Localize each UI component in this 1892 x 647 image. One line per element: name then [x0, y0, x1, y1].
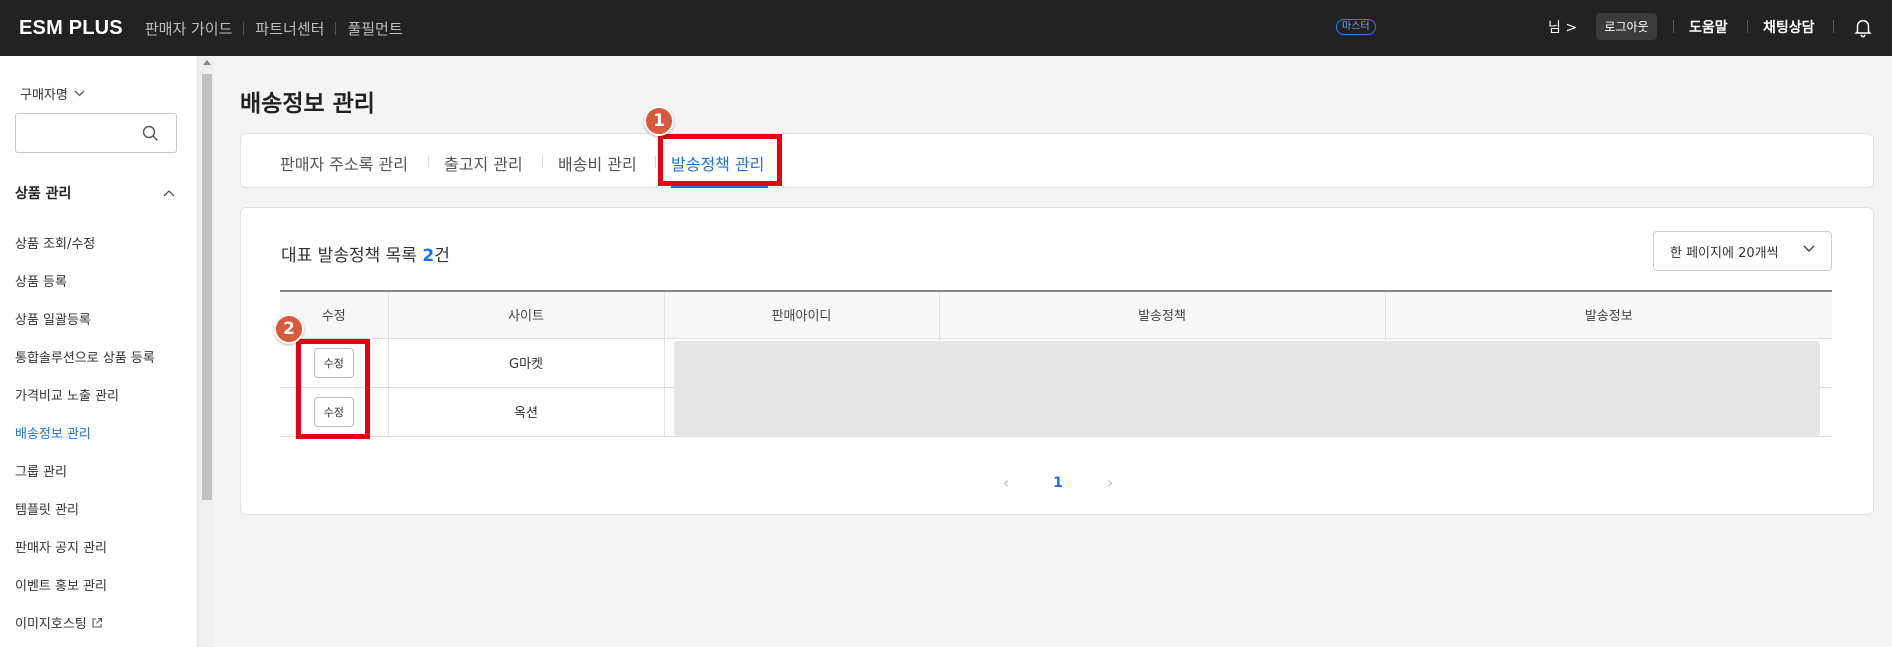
page-number-current[interactable]: 1 — [1053, 475, 1063, 491]
image-hosting-label: 이미지호스팅 — [15, 617, 87, 632]
sidebar-item-group[interactable]: 그룹 관리 — [15, 461, 67, 480]
sidebar-scrollbar[interactable] — [198, 56, 214, 647]
tab-divider — [655, 156, 656, 168]
sidebar-section-product[interactable]: 상품 관리 — [15, 183, 175, 203]
page-title: 배송정보 관리 — [240, 91, 375, 117]
buyer-name-label: 구매자명 — [20, 88, 68, 103]
sidebar-item-product-search[interactable]: 상품 조회/수정 — [15, 233, 95, 252]
table-header-row: 수정 사이트 판매아이디 발송정책 발송정보 — [280, 290, 1832, 339]
top-divider — [1747, 20, 1748, 33]
page-size-value: 한 페이지에 20개씩 — [1670, 245, 1779, 261]
sidebar-item-product-register[interactable]: 상품 등록 — [15, 271, 67, 290]
nav-divider — [243, 21, 245, 35]
sidebar-item-price-compare[interactable]: 가격비교 노출 관리 — [15, 385, 119, 404]
chevron-down-icon — [74, 90, 85, 97]
sidebar: 구매자명 상품 관리 상품 조회/수정 상품 등록 상품 일괄등록 통합솔루션으… — [0, 56, 198, 647]
highlight-box-dispatch-tab — [658, 134, 782, 186]
tab-shipping-fee[interactable]: 배송비 관리 — [558, 151, 637, 175]
redacted-content-block — [674, 341, 1820, 436]
list-count-unit: 건 — [434, 246, 450, 266]
top-divider — [1673, 20, 1674, 33]
sidebar-item-shipping-info[interactable]: 배송정보 관리 — [15, 423, 91, 442]
sidebar-section-label: 상품 관리 — [15, 186, 72, 202]
list-count: 2 — [422, 246, 435, 266]
sidebar-item-image-hosting[interactable]: 이미지호스팅 — [15, 613, 103, 632]
tab-shipping-origin[interactable]: 출고지 관리 — [444, 151, 523, 175]
list-title: 대표 발송정책 목록 2건 — [281, 241, 450, 266]
bell-icon[interactable] — [1852, 16, 1874, 38]
page-size-select[interactable]: 한 페이지에 20개씩 — [1653, 231, 1832, 271]
next-page-button[interactable]: › — [1107, 473, 1113, 492]
help-link[interactable]: 도움말 — [1689, 17, 1728, 37]
master-badge: 마스터 — [1336, 19, 1376, 35]
scroll-up-icon[interactable] — [203, 60, 211, 65]
step-badge-2: 2 — [274, 314, 304, 344]
user-menu[interactable]: 님 > — [1548, 17, 1577, 37]
sidebar-search-input[interactable] — [24, 114, 144, 150]
sidebar-search — [15, 113, 177, 153]
list-title-text: 대표 발송정책 목록 — [281, 246, 423, 266]
top-divider — [1833, 20, 1834, 33]
dispatch-policy-list: 대표 발송정책 목록 2건 한 페이지에 20개씩 수정 사이트 판매아이디 발… — [240, 207, 1874, 515]
logout-button[interactable]: 로그아웃 — [1596, 13, 1657, 40]
top-nav: 판매자 가이드 파트너센터 풀필먼트 — [145, 18, 403, 39]
chevron-down-icon — [1803, 245, 1815, 252]
nav-seller-guide[interactable]: 판매자 가이드 — [145, 18, 233, 39]
chat-support-link[interactable]: 채팅상담 — [1763, 17, 1815, 37]
nav-fulfillment[interactable]: 풀필먼트 — [347, 18, 402, 39]
column-header-dispatch-info: 발송정보 — [1384, 290, 1832, 339]
sidebar-item-template[interactable]: 템플릿 관리 — [15, 499, 79, 518]
active-tab-indicator — [671, 186, 768, 188]
tab-seller-address-book[interactable]: 판매자 주소록 관리 — [280, 151, 408, 175]
esm-plus-logo[interactable]: ESM PLUS — [19, 17, 123, 40]
nav-divider — [335, 21, 337, 35]
pagination: ‹ 1 › — [241, 473, 1875, 492]
column-header-seller-id: 판매아이디 — [663, 290, 939, 339]
sidebar-item-bulk-register[interactable]: 상품 일괄등록 — [15, 309, 91, 328]
column-header-site: 사이트 — [387, 290, 664, 339]
scrollbar-thumb[interactable] — [202, 74, 212, 500]
sidebar-item-integrated-register[interactable]: 통합솔루션으로 상품 등록 — [15, 347, 155, 366]
top-bar: ESM PLUS 판매자 가이드 파트너센터 풀필먼트 마스터 님 > 로그아웃… — [0, 0, 1892, 56]
sidebar-item-seller-notice[interactable]: 판매자 공지 관리 — [15, 537, 107, 556]
chevron-up-icon — [163, 189, 175, 196]
highlight-box-edit-buttons — [296, 339, 370, 439]
column-header-dispatch-policy: 발송정책 — [938, 290, 1385, 339]
site-cell: 옥션 — [387, 387, 664, 437]
sidebar-item-event-promo[interactable]: 이벤트 홍보 관리 — [15, 575, 107, 594]
site-cell: G마켓 — [387, 338, 664, 388]
external-link-icon — [92, 617, 102, 628]
tabs-bar: 판매자 주소록 관리 출고지 관리 배송비 관리 발송정책 관리 — [240, 133, 1874, 188]
prev-page-button[interactable]: ‹ — [1003, 473, 1009, 492]
tab-divider — [428, 156, 429, 168]
nav-partner-center[interactable]: 파트너센터 — [255, 18, 324, 39]
step-badge-1: 1 — [644, 106, 674, 136]
tab-divider — [542, 156, 543, 168]
search-icon[interactable] — [142, 125, 159, 142]
buyer-name-dropdown[interactable]: 구매자명 — [20, 84, 85, 103]
